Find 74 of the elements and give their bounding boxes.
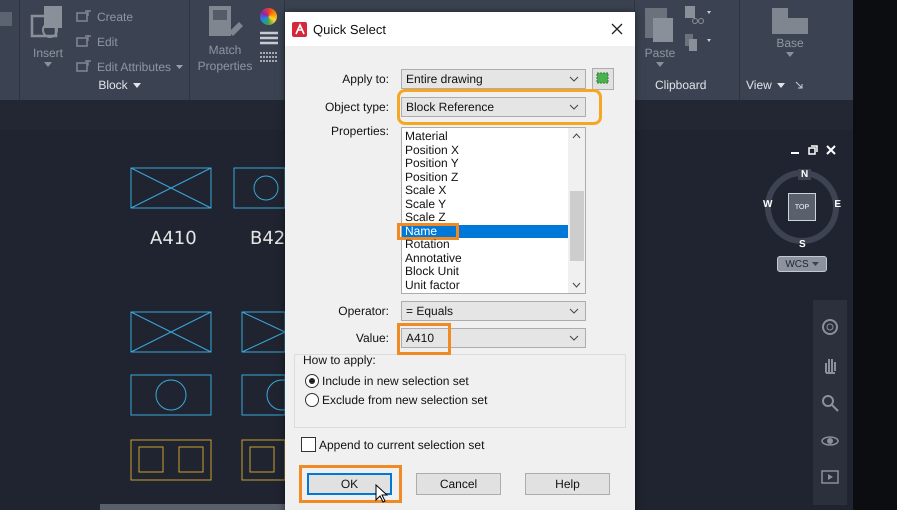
- property-item[interactable]: Unit factor: [402, 278, 568, 292]
- property-item[interactable]: Annotative: [402, 252, 568, 265]
- dialog-button[interactable]: Help: [525, 473, 610, 495]
- value-dropdown[interactable]: A410: [401, 328, 586, 348]
- caret-icon: [812, 262, 819, 266]
- compass-west-label: W: [763, 199, 772, 210]
- object-type-dropdown[interactable]: Block Reference: [401, 97, 586, 117]
- scrollbar-thumb[interactable]: [570, 190, 584, 260]
- showmotion-icon[interactable]: [821, 470, 839, 484]
- zoom-icon[interactable]: [821, 394, 839, 412]
- chevron-down-icon: [569, 308, 579, 314]
- caret-icon: [44, 62, 52, 67]
- field-label: Apply to:: [341, 72, 390, 86]
- double-square-block-drawing: [242, 440, 286, 480]
- compass-north-label: N: [798, 169, 812, 180]
- scroll-up-icon[interactable]: [572, 133, 581, 139]
- block-label: A410: [150, 228, 197, 249]
- close-icon[interactable]: [611, 23, 623, 35]
- chevron-down-icon: [569, 104, 579, 110]
- caret-icon: [132, 82, 141, 88]
- property-item[interactable]: Rotation: [402, 238, 568, 252]
- mouse-cursor-icon: [375, 484, 389, 504]
- block-tool-icon: [76, 35, 92, 49]
- property-item[interactable]: Scale Z: [402, 211, 568, 224]
- view-panel-title[interactable]: View: [746, 78, 785, 92]
- scroll-down-icon[interactable]: [572, 282, 581, 288]
- dialog-title: Quick Select: [313, 22, 387, 36]
- property-item[interactable]: Scale X: [402, 184, 568, 198]
- caret-icon: [786, 52, 794, 57]
- block-tool-icon: [76, 10, 92, 24]
- property-item[interactable]: Scale Y: [402, 198, 568, 211]
- linetype-icon[interactable]: [260, 51, 278, 63]
- dialog-button[interactable]: Cancel: [416, 473, 501, 495]
- field-label: Value:: [354, 331, 390, 345]
- circle-block-drawing: [234, 168, 286, 208]
- property-item[interactable]: Block Unit: [402, 265, 568, 278]
- block-tool-icon: [76, 60, 92, 74]
- horizontal-scrollbar[interactable]: [100, 504, 285, 510]
- property-item[interactable]: Position X: [402, 144, 568, 157]
- operator-dropdown[interactable]: = Equals: [401, 301, 586, 321]
- field-label: Operator:: [337, 304, 390, 318]
- base-view-icon: [772, 8, 808, 34]
- caret-icon: [776, 82, 785, 88]
- app-logo-icon: [292, 22, 307, 36]
- caret-icon: [656, 62, 664, 67]
- property-item[interactable]: Position Y: [402, 157, 568, 170]
- dialog-button[interactable]: OK: [307, 473, 392, 495]
- wcs-button[interactable]: WCS: [777, 256, 827, 272]
- append-checkbox[interactable]: Append to current selection set: [301, 437, 635, 452]
- property-item[interactable]: Material: [402, 130, 568, 144]
- restore-icon[interactable]: [808, 145, 818, 155]
- lineweight-icon[interactable]: [260, 31, 278, 45]
- cross-block-drawing: [242, 312, 286, 352]
- radio-option[interactable]: Exclude from new selection set: [305, 393, 615, 407]
- steering-wheel-icon[interactable]: [821, 318, 839, 336]
- compass-east-label: E: [834, 199, 841, 210]
- dialog-launcher-icon[interactable]: [794, 81, 803, 89]
- copy-icon[interactable]: [685, 34, 711, 52]
- select-objects-icon: [596, 72, 610, 86]
- field-label: Properties:: [330, 124, 390, 138]
- property-item[interactable]: Position Z: [402, 170, 568, 184]
- block-label: B42: [250, 228, 286, 249]
- clipboard-panel-title[interactable]: Clipboard: [655, 78, 739, 92]
- select-objects-button[interactable]: [592, 68, 614, 90]
- chevron-down-icon: [569, 335, 579, 341]
- radio-option[interactable]: Include in new selection set: [305, 374, 615, 388]
- caret-icon: [176, 65, 184, 69]
- apply-to-dropdown[interactable]: Entire drawing: [401, 69, 586, 89]
- color-wheel-icon[interactable]: [260, 8, 277, 25]
- group-legend: How to apply:: [303, 354, 615, 366]
- chevron-down-icon: [569, 76, 579, 82]
- cut-icon[interactable]: [685, 6, 711, 24]
- field-label: Object type:: [324, 100, 390, 114]
- block-panel-title[interactable]: Block: [98, 78, 141, 92]
